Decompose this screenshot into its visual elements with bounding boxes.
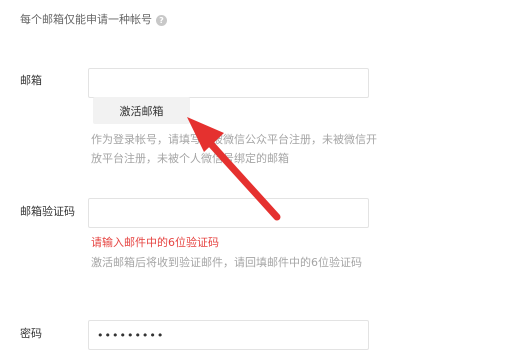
annotation-arrow-icon (187, 117, 281, 221)
